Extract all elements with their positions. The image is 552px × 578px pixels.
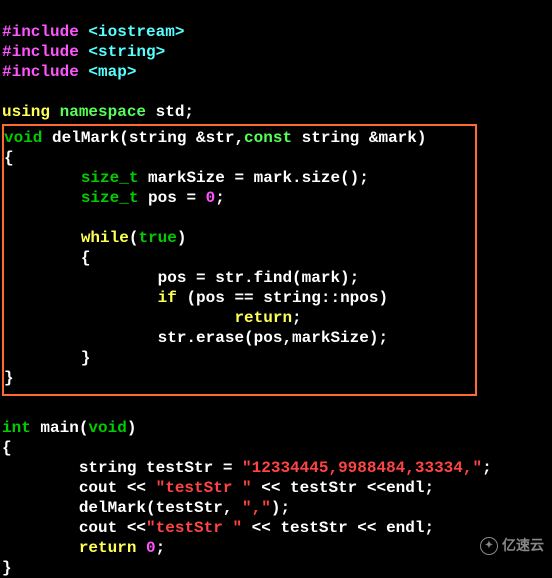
preproc-directive: #include — [2, 43, 88, 61]
keyword-using: using — [2, 103, 60, 121]
indent — [4, 309, 234, 327]
keyword-const: const — [244, 129, 302, 147]
keyword-void: void — [88, 419, 126, 437]
statement: str.erase(pos,markSize); — [158, 329, 388, 347]
indent — [4, 229, 81, 247]
indent — [2, 479, 79, 497]
keyword-while: while — [81, 229, 129, 247]
erase-line: str.erase(pos,markSize); — [4, 329, 388, 347]
keyword-if: if — [158, 289, 187, 307]
brace: } — [2, 559, 12, 577]
number-literal: 0 — [146, 539, 156, 557]
string-literal: "testStr " — [156, 479, 252, 497]
header-name: <iostream> — [88, 23, 184, 41]
indent — [4, 329, 158, 347]
keyword-namespace: namespace — [60, 103, 156, 121]
function-name: main( — [40, 419, 88, 437]
keyword-void: void — [4, 129, 52, 147]
type-size-t: size_t — [81, 169, 148, 187]
semicolon: ; — [156, 539, 166, 557]
brace: { — [4, 149, 14, 167]
paren: ( — [129, 229, 139, 247]
indent — [4, 169, 81, 187]
string-literal: "12334445,9988484,33334," — [242, 459, 482, 477]
include-line-3: #include <map> — [2, 63, 136, 81]
declaration: string testStr = — [79, 459, 242, 477]
cout-line-2: cout <<"testStr " << testStr << endl; — [2, 519, 434, 537]
string-literal: "testStr " — [146, 519, 242, 537]
include-line-2: #include <string> — [2, 43, 165, 61]
call-pre: delMark(testStr, — [79, 499, 242, 517]
preproc-directive: #include — [2, 63, 88, 81]
include-line-1: #include <iostream> — [2, 23, 184, 41]
find-line: pos = str.find(mark); — [4, 269, 359, 287]
namespace-name: std; — [156, 103, 194, 121]
brace: { — [4, 249, 90, 267]
watermark-icon: ✦ — [480, 537, 498, 555]
indent — [4, 269, 158, 287]
indent — [2, 499, 79, 517]
semicolon: ; — [292, 309, 302, 327]
if-line: if (pos == string::npos) — [4, 289, 388, 307]
using-line: using namespace std; — [2, 103, 194, 121]
stream-pre: cout << — [79, 479, 156, 497]
size-line: size_t markSize = mark.size(); — [4, 169, 369, 187]
stream-post: << testStr <<endl; — [252, 479, 434, 497]
code-block: #include <iostream> #include <string> #i… — [2, 2, 550, 578]
function-name: delMark(string &str, — [52, 129, 244, 147]
statement: pos = str.find(mark); — [158, 269, 360, 287]
header-name: <map> — [88, 63, 136, 81]
brace: } — [4, 349, 90, 367]
keyword-return: return — [79, 539, 146, 557]
teststr-line: string testStr = "12334445,9988484,33334… — [2, 459, 492, 477]
main-signature: int main(void) — [2, 419, 136, 437]
watermark: ✦ 亿速云 — [480, 537, 544, 555]
type-size-t: size_t — [81, 189, 148, 207]
paren: ) — [127, 419, 137, 437]
indent — [2, 459, 79, 477]
while-line: while(true) — [4, 229, 186, 247]
keyword-return: return — [234, 309, 292, 327]
string-literal: "," — [242, 499, 271, 517]
function-signature: void delMark(string &str,const string &m… — [4, 129, 426, 147]
condition: (pos == string::npos) — [186, 289, 388, 307]
pos-line: size_t pos = 0; — [4, 189, 225, 207]
number-literal: 0 — [206, 189, 216, 207]
cout-line-1: cout << "testStr " << testStr <<endl; — [2, 479, 434, 497]
paren: ) — [177, 229, 187, 247]
indent — [2, 519, 79, 537]
stream-post: << testStr << endl; — [242, 519, 434, 537]
brace: } — [4, 369, 14, 387]
delmark-call: delMark(testStr, ","); — [2, 499, 290, 517]
watermark-text: 亿速云 — [502, 537, 544, 555]
semicolon: ; — [482, 459, 492, 477]
return-line-main: return 0; — [2, 539, 165, 557]
keyword-true: true — [138, 229, 176, 247]
call-post: ); — [271, 499, 290, 517]
indent — [4, 289, 158, 307]
return-line: return; — [4, 309, 302, 327]
param-tail: string &mark) — [302, 129, 427, 147]
preproc-directive: #include — [2, 23, 88, 41]
indent — [4, 189, 81, 207]
semicolon: ; — [215, 189, 225, 207]
keyword-int: int — [2, 419, 40, 437]
var-name: pos = — [148, 189, 206, 207]
stream-pre: cout << — [79, 519, 146, 537]
brace: { — [2, 439, 12, 457]
header-name: <string> — [88, 43, 165, 61]
statement: markSize = mark.size(); — [148, 169, 369, 187]
indent — [2, 539, 79, 557]
highlighted-function: void delMark(string &str,const string &m… — [2, 124, 477, 396]
